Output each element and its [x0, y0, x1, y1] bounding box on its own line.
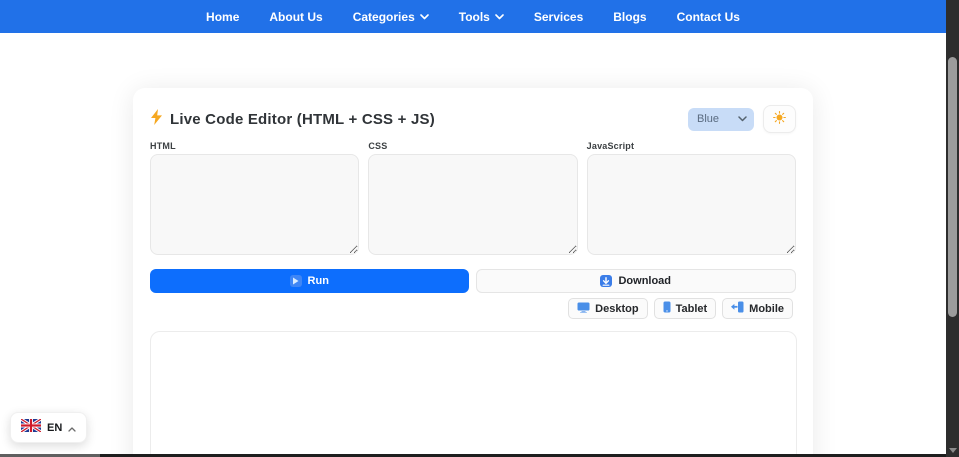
- scrollbar-down-arrow-icon[interactable]: [949, 448, 957, 453]
- nav-label: Contact Us: [676, 9, 740, 24]
- language-selector[interactable]: EN: [10, 412, 88, 443]
- theme-toggle-button[interactable]: [763, 105, 796, 133]
- sun-icon: [773, 111, 786, 127]
- css-code-input[interactable]: [368, 154, 578, 255]
- javascript-pane: JavaScript: [586, 141, 796, 255]
- desktop-monitor-icon: [577, 302, 590, 316]
- javascript-code-input[interactable]: [586, 154, 796, 255]
- page-title-text: Live Code Editor (HTML + CSS + JS): [170, 110, 435, 128]
- chevron-down-icon: [495, 13, 504, 20]
- css-pane: CSS: [368, 141, 578, 255]
- editor-panes: HTML CSS JavaScript: [150, 141, 796, 255]
- chevron-down-icon: [419, 13, 429, 20]
- nav-item-categories[interactable]: Categories: [353, 10, 429, 24]
- download-button-label: Download: [618, 275, 672, 287]
- mobile-phone-arrow-icon: [731, 301, 744, 316]
- desktop-view-button[interactable]: Desktop: [568, 298, 648, 319]
- tablet-button-label: Tablet: [675, 302, 708, 315]
- nav-item-contact-us[interactable]: Contact Us: [677, 10, 740, 24]
- play-icon: [289, 275, 302, 287]
- run-button[interactable]: Run: [150, 269, 469, 293]
- card-header: Live Code Editor (HTML + CSS + JS) Blue: [150, 105, 796, 133]
- nav-item-home[interactable]: Home: [206, 10, 239, 24]
- css-pane-label: CSS: [368, 141, 388, 151]
- nav-item-about-us[interactable]: About Us: [269, 10, 322, 24]
- nav-label: Services: [533, 9, 584, 24]
- nav-label: Blogs: [613, 9, 647, 24]
- live-code-editor-card: Live Code Editor (HTML + CSS + JS) Blue: [133, 88, 813, 457]
- theme-select[interactable]: Blue: [688, 107, 754, 131]
- tablet-icon: [663, 301, 671, 316]
- nav-item-services[interactable]: Services: [534, 10, 583, 24]
- desktop-button-label: Desktop: [595, 302, 639, 315]
- chevron-up-icon: [68, 419, 76, 437]
- header-controls: Blue: [688, 105, 796, 133]
- uk-flag-icon: [20, 417, 42, 437]
- page-title: Live Code Editor (HTML + CSS + JS): [150, 109, 435, 129]
- vertical-scrollbar-thumb[interactable]: [948, 57, 957, 317]
- lightning-bolt-icon: [150, 109, 163, 129]
- nav-item-blogs[interactable]: Blogs: [613, 10, 646, 24]
- javascript-pane-label: JavaScript: [586, 141, 635, 151]
- nav-label: Categories: [352, 9, 415, 24]
- page: Home About Us Categories Tools Services …: [0, 0, 959, 457]
- nav-label: Home: [206, 9, 240, 24]
- download-button[interactable]: Download: [475, 269, 796, 293]
- mobile-button-label: Mobile: [749, 302, 784, 315]
- vertical-scrollbar[interactable]: [946, 0, 959, 457]
- html-pane-label: HTML: [150, 141, 176, 151]
- download-icon: [600, 275, 613, 287]
- theme-select-value: Blue: [697, 113, 720, 125]
- action-buttons-row: Run Download: [150, 269, 796, 293]
- mobile-view-button[interactable]: Mobile: [722, 298, 793, 319]
- top-navbar: Home About Us Categories Tools Services …: [0, 0, 946, 33]
- run-button-label: Run: [307, 275, 329, 287]
- nav-label: About Us: [269, 9, 323, 24]
- nav-item-tools[interactable]: Tools: [459, 10, 504, 24]
- html-code-input[interactable]: [150, 154, 360, 255]
- html-pane: HTML: [150, 141, 360, 255]
- device-preview-buttons: Desktop Tablet Mobile: [150, 298, 793, 319]
- chevron-down-icon: [738, 113, 747, 125]
- tablet-view-button[interactable]: Tablet: [653, 298, 717, 319]
- nav-label: Tools: [458, 9, 490, 24]
- preview-output-pane: [150, 331, 797, 457]
- language-code-label: EN: [47, 421, 63, 434]
